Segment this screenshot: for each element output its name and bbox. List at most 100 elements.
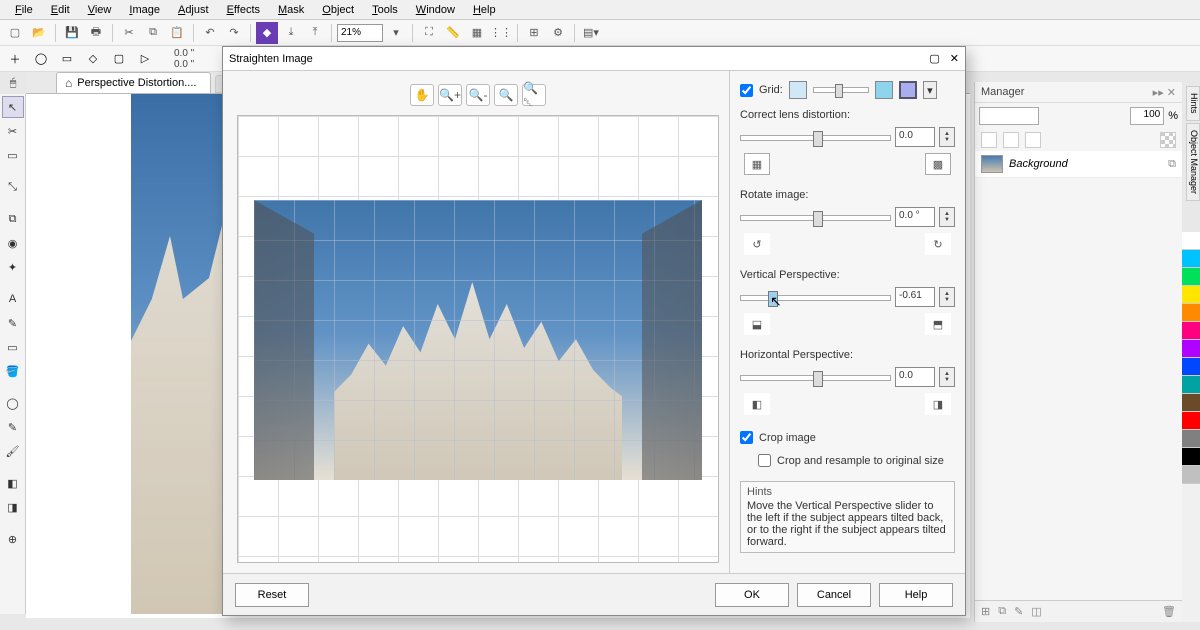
horizontal-perspective-spinner[interactable]: ▲▼ bbox=[939, 367, 955, 387]
menu-object[interactable]: Object bbox=[313, 2, 363, 18]
grid-color-dropdown-icon[interactable]: ▾ bbox=[923, 81, 937, 99]
vertical-perspective-value[interactable]: -0.61 bbox=[895, 287, 935, 307]
open-icon[interactable]: 📂 bbox=[28, 22, 50, 44]
color-swatch[interactable] bbox=[1182, 322, 1200, 340]
menu-adjust[interactable]: Adjust bbox=[169, 2, 218, 18]
side-tab-object-manager[interactable]: Object Manager bbox=[1186, 123, 1200, 201]
menu-view[interactable]: View bbox=[79, 2, 121, 18]
grid-color-2[interactable] bbox=[875, 81, 893, 99]
preview-canvas[interactable] bbox=[237, 115, 719, 563]
crop-resample-checkbox[interactable] bbox=[758, 454, 771, 467]
copy-icon[interactable]: ⧉ bbox=[142, 22, 164, 44]
color-swatch[interactable] bbox=[1182, 412, 1200, 430]
panel-menu-icon[interactable]: ▸▸ ✕ bbox=[1153, 86, 1176, 99]
undo-icon[interactable]: ↶ bbox=[199, 22, 221, 44]
lens-distortion-value[interactable]: 0.0 bbox=[895, 127, 935, 147]
hpersp-left-icon[interactable]: ◧ bbox=[744, 393, 770, 415]
blend-mode-field[interactable] bbox=[979, 107, 1039, 125]
rotate-cw-icon[interactable]: ↻ bbox=[925, 233, 951, 255]
background-swatch-icon[interactable]: ◨ bbox=[2, 496, 24, 518]
lens-distortion-spinner[interactable]: ▲▼ bbox=[939, 127, 955, 147]
vpersp-back-icon[interactable]: ⬓ bbox=[744, 313, 770, 335]
vertical-perspective-slider[interactable] bbox=[740, 295, 891, 301]
launch-icon[interactable]: ◆ bbox=[256, 22, 278, 44]
menu-help[interactable]: Help bbox=[464, 2, 505, 18]
ok-button[interactable]: OK bbox=[715, 583, 789, 607]
menu-window[interactable]: Window bbox=[407, 2, 464, 18]
tool-polygon-icon[interactable]: ◇ bbox=[82, 48, 104, 70]
vpersp-forward-icon[interactable]: ⬒ bbox=[925, 313, 951, 335]
tab-pointer-icon[interactable]: 🖱 bbox=[2, 74, 24, 92]
cut-icon[interactable]: ✂ bbox=[118, 22, 140, 44]
menu-edit[interactable]: Edit bbox=[42, 2, 79, 18]
tool-rect-icon[interactable]: ▢ bbox=[108, 48, 130, 70]
app-launcher-icon[interactable]: ▤▾ bbox=[580, 22, 602, 44]
hpersp-right-icon[interactable]: ◨ bbox=[925, 393, 951, 415]
rotate-ccw-icon[interactable]: ↺ bbox=[744, 233, 770, 255]
zoom-level[interactable]: 21% bbox=[337, 24, 383, 42]
pan-tool-icon[interactable]: ✋ bbox=[410, 84, 434, 106]
shape-tool-icon[interactable]: ▭ bbox=[2, 144, 24, 166]
color-swatch[interactable] bbox=[1182, 394, 1200, 412]
rulers-icon[interactable]: 📏 bbox=[442, 22, 464, 44]
color-swatch[interactable] bbox=[1182, 340, 1200, 358]
menu-mask[interactable]: Mask bbox=[269, 2, 313, 18]
expand-toolbox-icon[interactable]: ⊕ bbox=[2, 528, 24, 550]
fullscreen-icon[interactable]: ⛶ bbox=[418, 22, 440, 44]
rectangle-tool-icon[interactable]: ▭ bbox=[2, 336, 24, 358]
layer-item[interactable]: Background ⧉ bbox=[975, 151, 1182, 178]
grid-color-1[interactable] bbox=[789, 81, 807, 99]
rotate-spinner[interactable]: ▲▼ bbox=[939, 207, 955, 227]
menu-tools[interactable]: Tools bbox=[363, 2, 407, 18]
footer-icon-1[interactable]: ⊞ bbox=[981, 605, 990, 618]
reset-button[interactable]: Reset bbox=[235, 583, 309, 607]
tool-ellipse-icon[interactable]: ◯ bbox=[30, 48, 52, 70]
menu-file[interactable]: File bbox=[6, 2, 42, 18]
zoom-out-icon[interactable]: 🔍- bbox=[466, 84, 490, 106]
tool-arrow-icon[interactable]: ▷ bbox=[134, 48, 156, 70]
lens-distortion-slider[interactable] bbox=[740, 135, 891, 141]
color-swatch[interactable] bbox=[1182, 430, 1200, 448]
effect-tool-icon[interactable]: ✦ bbox=[2, 256, 24, 278]
fill-tool-icon[interactable]: 🪣 bbox=[2, 360, 24, 382]
pick-tool-icon[interactable]: ↖ bbox=[2, 96, 24, 118]
color-swatch[interactable] bbox=[1182, 268, 1200, 286]
lock-icon[interactable] bbox=[981, 132, 997, 148]
barrel-icon[interactable]: ▦ bbox=[744, 153, 770, 175]
zoom-dropdown-icon[interactable]: ▾ bbox=[385, 22, 407, 44]
color-swatch[interactable] bbox=[1182, 466, 1200, 484]
zoom-fit-icon[interactable]: 🔍 bbox=[494, 84, 518, 106]
horizontal-perspective-value[interactable]: 0.0 bbox=[895, 367, 935, 387]
color-swatch[interactable] bbox=[1182, 250, 1200, 268]
delete-layer-icon[interactable]: 🗑 bbox=[1162, 605, 1176, 618]
dialog-maximize-icon[interactable]: ▢ bbox=[929, 52, 939, 65]
save-icon[interactable]: 💾 bbox=[61, 22, 83, 44]
footer-icon-4[interactable]: ◫ bbox=[1031, 605, 1041, 618]
transform-tool-icon[interactable]: ⤡ bbox=[2, 176, 24, 198]
print-icon[interactable]: 🖶 bbox=[85, 22, 107, 44]
layer-options-icon[interactable]: ⧉ bbox=[1168, 158, 1176, 171]
text-tool-icon[interactable]: A bbox=[2, 288, 24, 310]
pincushion-icon[interactable]: ▩ bbox=[925, 153, 951, 175]
horizontal-perspective-slider[interactable] bbox=[740, 375, 891, 381]
grid-density-slider[interactable] bbox=[813, 87, 869, 93]
merge-icon[interactable] bbox=[1025, 132, 1041, 148]
foreground-swatch-icon[interactable]: ◧ bbox=[2, 472, 24, 494]
brush-tool-icon[interactable]: ✎ bbox=[2, 312, 24, 334]
color-swatch[interactable] bbox=[1182, 358, 1200, 376]
side-tab-hints[interactable]: Hints bbox=[1186, 86, 1200, 121]
document-tab[interactable]: ⌂ Perspective Distortion.... bbox=[56, 72, 211, 93]
paint-tool-icon[interactable]: 🖌 bbox=[2, 440, 24, 462]
options-icon[interactable]: ⚙ bbox=[547, 22, 569, 44]
color-swatch[interactable] bbox=[1182, 232, 1200, 250]
rotate-slider[interactable] bbox=[740, 215, 891, 221]
grid-icon[interactable]: ▦ bbox=[466, 22, 488, 44]
color-swatch[interactable] bbox=[1182, 376, 1200, 394]
visibility-icon[interactable] bbox=[1003, 132, 1019, 148]
cancel-button[interactable]: Cancel bbox=[797, 583, 871, 607]
vertical-perspective-spinner[interactable]: ▲▼ bbox=[939, 287, 955, 307]
crop-tool-icon[interactable]: ✂ bbox=[2, 120, 24, 142]
crop-image-checkbox[interactable] bbox=[740, 431, 753, 444]
zoom-in-icon[interactable]: 🔍+ bbox=[438, 84, 462, 106]
tool-pointer-plus-icon[interactable]: ＋ bbox=[4, 48, 26, 70]
